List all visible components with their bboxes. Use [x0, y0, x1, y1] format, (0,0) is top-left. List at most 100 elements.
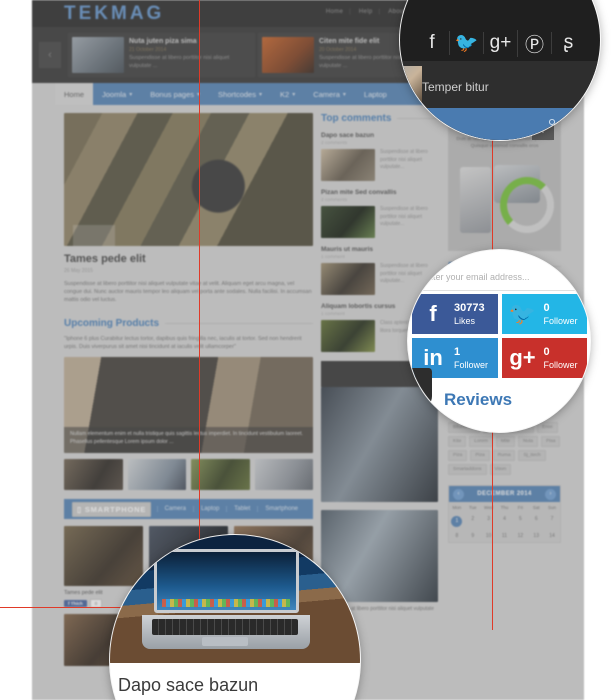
- smartphone-links: Camera Laptop Tablet Smartphone: [156, 506, 305, 512]
- magnifier-social-header: Temper bitur f 🐦 g+ Ⓟ ʂ ⚲ 🛒: [400, 0, 600, 140]
- comment-thumbnail: [321, 263, 375, 295]
- tag-item[interactable]: Ruma: [492, 450, 516, 461]
- calendar-header: ‹ DECEMBER 2014 ›: [449, 486, 560, 502]
- tag-item[interactable]: Nuta: [517, 436, 539, 447]
- nav-label: Shortcodes: [218, 89, 256, 99]
- tag-item[interactable]: Mite: [495, 436, 515, 447]
- tag-item[interactable]: Lorem: [469, 436, 493, 447]
- laptop-dock-icons: [162, 599, 290, 607]
- stat-label: Follower: [543, 315, 578, 326]
- thumbnail[interactable]: [254, 459, 313, 490]
- slider-item[interactable]: Nuta juten piza sima 21 October 2014 Sus…: [68, 33, 255, 77]
- day-number: 1: [451, 516, 463, 527]
- calendar-day[interactable]: 11: [497, 530, 513, 542]
- magnifier-social-stats: Enter your email address... f 30773 Likes…: [408, 250, 590, 432]
- comment-count: 2 comments: [321, 198, 348, 203]
- slider-thumbnail: [262, 37, 314, 73]
- calendar-day[interactable]: 5: [512, 513, 528, 530]
- pinterest-icon[interactable]: Ⓟ: [517, 29, 551, 57]
- nav-item-shortcodes[interactable]: Shortcodes ▾: [209, 83, 271, 105]
- article-title[interactable]: Dapo sace bazun: [118, 675, 258, 696]
- nav-item-home[interactable]: Home: [55, 83, 94, 105]
- calendar-day[interactable]: 4: [497, 513, 513, 530]
- stat-count: 0: [543, 345, 550, 358]
- comment-thumbnail: [321, 320, 375, 352]
- social-stat-facebook[interactable]: f 30773 Likes: [412, 294, 498, 334]
- section-title: Top comments: [321, 113, 392, 124]
- nav-label: Laptop: [363, 89, 387, 99]
- calendar-day[interactable]: 2: [465, 513, 481, 530]
- nav-item-camera[interactable]: Camera ▾: [304, 83, 355, 105]
- weekday: Mon: [452, 505, 462, 510]
- header-link-help[interactable]: Help: [359, 9, 373, 15]
- tag-item[interactable]: Kite: [448, 436, 467, 447]
- twitter-icon: 🐦: [508, 301, 537, 326]
- weekday: Tue: [468, 505, 477, 510]
- tag-item[interactable]: Pisa: [541, 436, 561, 447]
- search-icon[interactable]: ⚲: [548, 117, 556, 130]
- upcoming-products-header: Upcoming Products: [64, 318, 313, 329]
- calendar-day[interactable]: 12: [512, 530, 528, 542]
- social-stats-grid: f 30773 Likes 🐦 0 Follower in 1 Follower g+…: [412, 294, 587, 378]
- comment-thumbnail: [321, 149, 375, 181]
- phone-image: [460, 167, 491, 233]
- slider-thumbnail: [72, 37, 124, 73]
- article-title[interactable]: Tames pede elit: [64, 253, 313, 265]
- calendar-widget: ‹ DECEMBER 2014 › Mon Tue Wed Thu Fri Sa…: [448, 485, 561, 543]
- newsletter-email-input[interactable]: Enter your email address...: [422, 272, 578, 291]
- tag-item[interactable]: Sj_itech: [518, 450, 546, 461]
- smartphone-tag-text: SMARTPHONE: [84, 504, 147, 514]
- calendar-day-selected[interactable]: 1: [449, 513, 465, 530]
- chevron-down-icon: ▾: [258, 91, 262, 98]
- tag-item[interactable]: Smartaddons: [448, 464, 487, 475]
- calendar-day[interactable]: 6: [528, 513, 544, 530]
- nav-item-joomla[interactable]: Joomla ▾: [93, 83, 141, 105]
- nav-item-k2[interactable]: K2 ▾: [271, 83, 304, 105]
- twitter-icon[interactable]: 🐦: [449, 31, 483, 55]
- smartphone-link-camera[interactable]: Camera: [156, 506, 193, 512]
- divider: |: [349, 9, 351, 15]
- stat-count: 30773: [454, 301, 485, 314]
- calendar-title: DECEMBER 2014: [477, 491, 532, 497]
- nav-label: Joomla: [102, 89, 127, 99]
- cart-icon[interactable]: 🛒: [568, 117, 582, 130]
- slider-prev-button[interactable]: ‹: [39, 42, 61, 68]
- calendar-day[interactable]: 8: [449, 530, 465, 542]
- calendar-day[interactable]: 13: [528, 530, 544, 542]
- site-logo[interactable]: TEKMAG: [64, 3, 164, 25]
- weekday: Thu: [500, 505, 509, 510]
- weekday: Sun: [548, 505, 557, 510]
- rss-icon[interactable]: ʂ: [551, 32, 585, 54]
- comment-item[interactable]: Pizan mite Sed convallis 2 comments Susp…: [321, 189, 438, 238]
- nav-item-laptop[interactable]: Laptop: [355, 83, 396, 105]
- thumbnail[interactable]: [64, 459, 123, 490]
- calendar-day[interactable]: 9: [465, 530, 481, 542]
- tag-item[interactable]: Piza: [448, 450, 468, 461]
- weekday: Wed: [484, 505, 494, 510]
- lens-thumbnail: [400, 66, 422, 104]
- calendar-day[interactable]: 14: [544, 530, 560, 542]
- facebook-like-button[interactable]: f Thích: [64, 600, 87, 607]
- facebook-icon[interactable]: f: [415, 32, 449, 54]
- stat-count: 1: [454, 345, 461, 358]
- smartphone-link-laptop[interactable]: Laptop: [192, 506, 226, 512]
- weekday: Fri: [517, 505, 523, 510]
- calendar-day[interactable]: 3: [481, 513, 497, 530]
- section-title: Upcoming Products: [64, 318, 160, 329]
- slider-desc: Suspendisse at libero porttitor nisi ali…: [129, 55, 230, 69]
- thumbnail[interactable]: [127, 459, 186, 490]
- chevron-right-icon[interactable]: ›: [545, 488, 556, 500]
- divider: |: [378, 9, 381, 15]
- header-link-home[interactable]: Home: [326, 9, 343, 15]
- calendar-day[interactable]: 10: [481, 530, 497, 542]
- tag-item[interactable]: Pizа: [470, 450, 490, 461]
- smartphone-label: ▯ SMARTPHONE: [72, 501, 152, 517]
- google-plus-icon[interactable]: g+: [483, 32, 517, 54]
- chevron-left-icon[interactable]: ‹: [453, 488, 464, 500]
- smartphone-link-tablet[interactable]: Tablet: [226, 506, 257, 512]
- social-stat-twitter[interactable]: 🐦 0 Follower: [501, 294, 587, 334]
- smartphone-link-smartphone[interactable]: Smartphone: [257, 506, 305, 512]
- upcoming-quote: "Iphone 6 plus Curabitur lectus tortor, …: [64, 336, 302, 350]
- social-stat-google-plus[interactable]: g+ 0 Follower: [501, 338, 587, 378]
- calendar-day[interactable]: 7: [544, 513, 560, 530]
